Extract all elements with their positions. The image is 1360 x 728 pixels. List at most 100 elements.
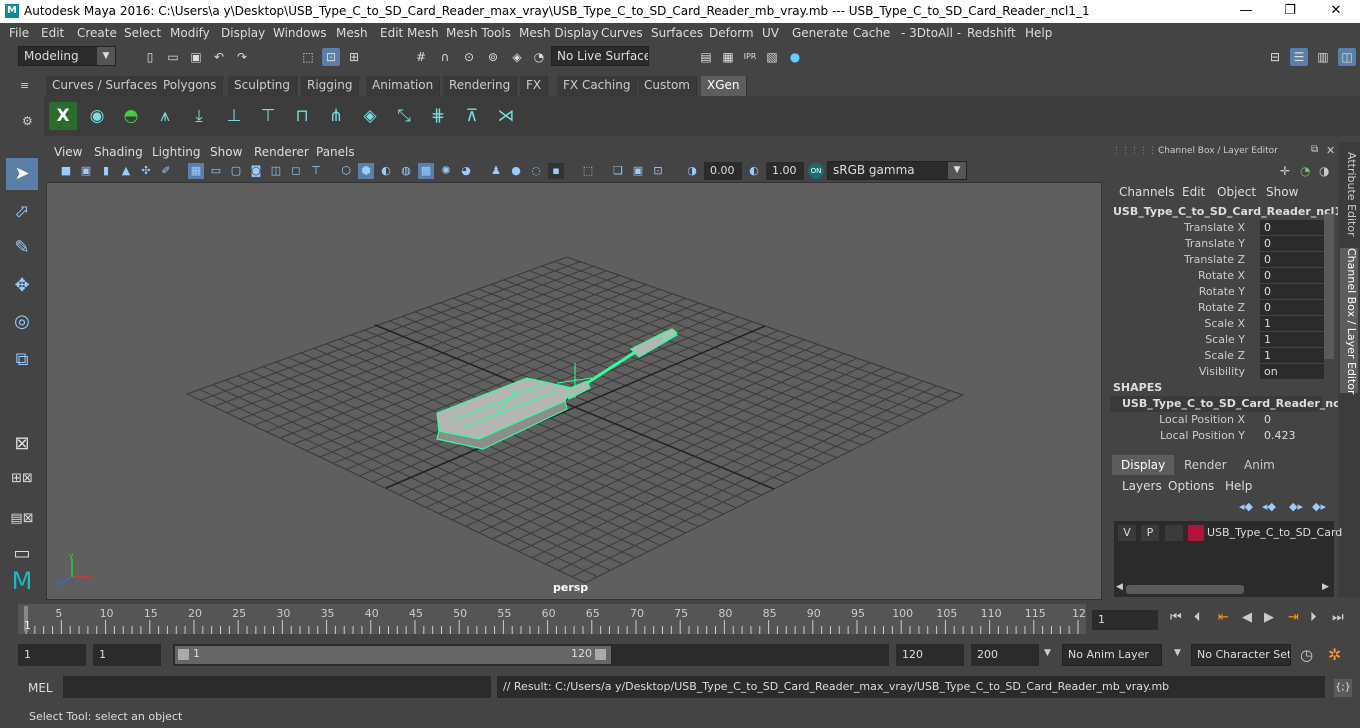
menu-surfaces[interactable]: Surfaces: [651, 26, 703, 40]
close-button[interactable]: ✕: [1326, 3, 1346, 19]
channel-value[interactable]: 1: [1260, 316, 1324, 331]
tab-custom[interactable]: Custom: [638, 76, 697, 96]
layer-help-menu[interactable]: Help: [1225, 479, 1252, 493]
channel-value[interactable]: 1: [1260, 332, 1324, 347]
step-forward-key-icon[interactable]: ⇥: [1288, 610, 1299, 625]
new-layer-icon[interactable]: ◆▸: [1289, 500, 1303, 513]
viewport-menu-shading[interactable]: Shading: [94, 145, 143, 159]
layer-tab-display[interactable]: Display: [1112, 455, 1175, 475]
textured-icon[interactable]: ◍: [398, 163, 414, 179]
four-view-layout-icon[interactable]: ⊞⊠: [6, 463, 38, 495]
channel-row[interactable]: Rotate X 0: [1105, 268, 1325, 284]
layer-color-swatch[interactable]: [1188, 525, 1204, 541]
menu-mesh-display[interactable]: Mesh Display: [519, 26, 599, 40]
menu-generate[interactable]: Generate: [792, 26, 848, 40]
layer-options-menu[interactable]: Options: [1168, 479, 1214, 493]
channel-box-tab[interactable]: Channel Box / Layer Editor: [1340, 248, 1358, 395]
exposure-icon[interactable]: ◑: [684, 163, 700, 179]
range-slider-handle[interactable]: [175, 646, 611, 664]
save-scene-icon[interactable]: ▣: [187, 48, 205, 66]
image-plane-icon[interactable]: ▲: [118, 163, 134, 179]
menu-edit[interactable]: Edit: [41, 26, 64, 40]
xgen-editor-icon[interactable]: X: [49, 102, 77, 130]
menu-3dtoall[interactable]: - 3DtoAll -: [901, 26, 961, 40]
channel-edit-menu[interactable]: Edit: [1182, 185, 1205, 199]
select-tool-icon[interactable]: ➤: [6, 158, 38, 190]
menu-deform[interactable]: Deform: [709, 26, 754, 40]
play-backward-icon[interactable]: ◀: [1242, 610, 1252, 625]
shelf-menu-icon[interactable]: ≡: [20, 79, 34, 93]
gamma-field[interactable]: 1.00: [766, 162, 804, 180]
channel-value[interactable]: 0: [1260, 236, 1324, 251]
layer-visibility-toggle[interactable]: V: [1118, 525, 1136, 541]
channel-value[interactable]: 0: [1260, 252, 1324, 267]
xgen-add-guide-icon[interactable]: ⩚: [151, 102, 179, 130]
channel-row[interactable]: Translate Y 0: [1105, 236, 1325, 252]
go-to-start-icon[interactable]: ⏮: [1170, 610, 1182, 625]
new-layer-selected-icon[interactable]: ◆▸: [1312, 500, 1326, 513]
command-input[interactable]: [63, 676, 491, 698]
channels-menu[interactable]: Channels: [1119, 185, 1175, 199]
xgen-move-guide-icon[interactable]: ⤓: [185, 102, 213, 130]
tool-settings-icon[interactable]: ▥: [1314, 48, 1332, 66]
outliner-layout-icon[interactable]: ▤⊠: [6, 503, 38, 535]
tab-fx-caching[interactable]: FX Caching: [557, 76, 638, 96]
frame-all-icon[interactable]: ⊡: [650, 163, 666, 179]
go-to-end-icon[interactable]: ⏭: [1332, 610, 1344, 625]
attribute-editor-tab[interactable]: Attribute Editor: [1340, 152, 1358, 237]
menu-mesh[interactable]: Mesh: [336, 26, 368, 40]
layer-name[interactable]: USB_Type_C_to_SD_Card: [1207, 526, 1342, 539]
film-gate-icon[interactable]: ▭: [208, 163, 224, 179]
shape-channel-row[interactable]: Local Position Y 0.423: [1105, 428, 1325, 444]
move-tool-icon[interactable]: ✥: [6, 270, 38, 302]
shape-row[interactable]: USB_Type_C_to_SD_Card_Reader_ncl...: [1110, 396, 1356, 412]
paint-select-tool-icon[interactable]: ✎: [6, 232, 38, 264]
tab-polygons[interactable]: Polygons: [157, 76, 224, 96]
snap-surface-icon[interactable]: ◈: [508, 48, 526, 66]
animation-preferences-icon[interactable]: ✲: [1328, 645, 1341, 664]
channel-show-menu[interactable]: Show: [1266, 185, 1298, 199]
hypershade-icon[interactable]: ●: [786, 48, 804, 66]
anim-layer-selector[interactable]: No Anim Layer: [1062, 644, 1162, 666]
tab-rendering[interactable]: Rendering: [443, 76, 518, 96]
animation-start-field[interactable]: 1: [18, 644, 86, 666]
xgen-bend-icon[interactable]: ⤡: [390, 102, 418, 130]
anti-aliasing-icon[interactable]: ▪: [548, 163, 564, 179]
render-frame-icon[interactable]: ▦: [719, 48, 737, 66]
isolate-select-icon[interactable]: ⬚: [580, 163, 596, 179]
xgen-place-guide-icon[interactable]: ⊥: [220, 102, 248, 130]
menu-file[interactable]: File: [9, 26, 29, 40]
step-back-key-icon[interactable]: ⇤: [1218, 610, 1229, 625]
exposure-field[interactable]: 0.00: [704, 162, 742, 180]
menu-edit-mesh[interactable]: Edit Mesh: [380, 26, 439, 40]
minimize-button[interactable]: —: [1236, 3, 1256, 19]
xray-icon[interactable]: ●: [508, 163, 524, 179]
safe-action-icon[interactable]: ◻: [288, 163, 304, 179]
selected-object-name[interactable]: USB_Type_C_to_SD_Card_Reader_ncl1_1: [1113, 205, 1355, 218]
smooth-shade-icon[interactable]: ⬢: [358, 163, 374, 179]
bookmark-icon[interactable]: ▮: [98, 163, 114, 179]
step-forward-icon[interactable]: ⏵: [1310, 610, 1317, 625]
color-space-selector[interactable]: sRGB gamma ▼: [827, 161, 967, 180]
rotate-tool-icon[interactable]: ◎: [6, 306, 38, 338]
resolution-gate-icon[interactable]: ▢: [228, 163, 244, 179]
lasso-tool-icon[interactable]: ⬀: [6, 196, 38, 228]
channel-row[interactable]: Visibility on: [1105, 364, 1325, 380]
playback-start-field[interactable]: 1: [93, 644, 161, 666]
chevron-down-icon[interactable]: ▼: [1044, 648, 1051, 658]
channel-row[interactable]: Scale X 1: [1105, 316, 1325, 332]
safe-title-icon[interactable]: ⊤: [308, 163, 324, 179]
grease-pencil-icon[interactable]: ✐: [158, 163, 174, 179]
range-end-grip[interactable]: [595, 649, 606, 660]
viewport-menu-panels[interactable]: Panels: [316, 145, 355, 159]
close-panel-icon[interactable]: ✕: [1326, 144, 1335, 157]
motion-blur-icon[interactable]: ▣: [630, 163, 646, 179]
layer-tab-render[interactable]: Render: [1175, 455, 1236, 475]
xgen-lock-guide-icon[interactable]: ⊓: [288, 102, 316, 130]
camera-attributes-icon[interactable]: ▣: [78, 163, 94, 179]
menu-create[interactable]: Create: [77, 26, 117, 40]
hyper-icon[interactable]: ◑: [1319, 164, 1329, 178]
shadows-icon[interactable]: ◕: [458, 163, 474, 179]
snap-live-icon[interactable]: ◔: [530, 48, 548, 66]
channel-value[interactable]: 0: [1260, 300, 1324, 315]
